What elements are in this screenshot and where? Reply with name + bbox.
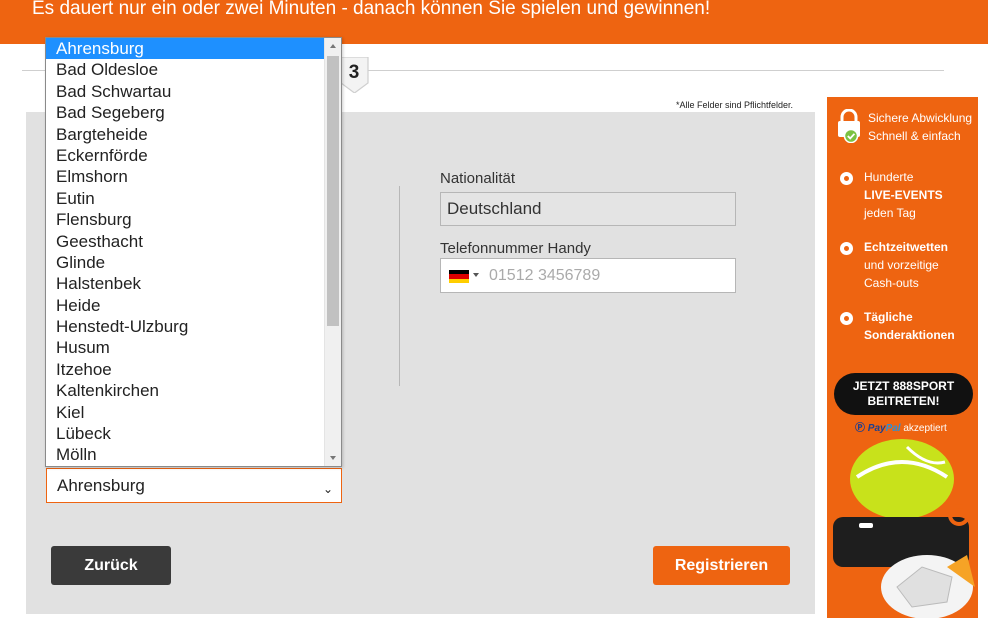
phone-label: Telefonnummer Handy xyxy=(440,240,591,257)
city-option[interactable]: Geesthacht xyxy=(46,231,325,252)
secure-line-1: Sichere Abwicklung xyxy=(868,111,973,125)
promo-sidebar[interactable]: Sichere Abwicklung Schnell & einfach Hun… xyxy=(827,97,978,618)
back-button[interactable]: Zurück xyxy=(51,546,171,585)
city-option[interactable]: Bad Schwartau xyxy=(46,81,325,102)
nationality-field: Deutschland xyxy=(440,192,736,226)
city-option[interactable]: Bad Segeberg xyxy=(46,102,325,123)
city-option[interactable]: Kiel xyxy=(46,402,325,423)
city-option[interactable]: Eckernförde xyxy=(46,145,325,166)
feature-daily-specials: Tägliche Sonderaktionen xyxy=(864,308,955,344)
city-option[interactable]: Halstenbek xyxy=(46,273,325,294)
feature-line: jeden Tag xyxy=(864,206,916,220)
paypal-logo-icon: Ⓟ xyxy=(855,423,865,434)
join-line-2: BEITRETEN! xyxy=(867,394,940,408)
step-badge: 3 xyxy=(340,57,370,93)
phone-input[interactable] xyxy=(489,259,729,292)
feature-line: Echtzeitwetten xyxy=(864,240,949,254)
city-option[interactable]: Heide xyxy=(46,295,325,316)
dropdown-scrollbar[interactable] xyxy=(324,38,341,466)
city-option[interactable]: Itzehoe xyxy=(46,359,325,380)
radio-bullet-icon xyxy=(840,312,853,325)
feature-realtime-bets: Echtzeitwetten und vorzeitige Cash-outs xyxy=(864,238,948,292)
city-option[interactable]: Ahrensburg xyxy=(46,38,325,60)
phone-field-wrapper xyxy=(440,258,736,293)
feature-line: Hunderte xyxy=(864,170,914,184)
feature-line: Tägliche xyxy=(864,310,913,324)
scroll-down-icon[interactable] xyxy=(330,456,336,460)
join-line-1: JETZT 888SPORT xyxy=(852,379,955,393)
city-select[interactable]: Ahrensburg ⌄ xyxy=(46,468,342,503)
scrollbar-thumb[interactable] xyxy=(327,56,339,326)
city-option[interactable]: Lübeck xyxy=(46,423,325,444)
paypal-word-2: Pal xyxy=(885,423,901,434)
column-divider xyxy=(399,186,400,386)
paypal-suffix: akzeptiert xyxy=(903,423,947,434)
city-option[interactable]: Elmshorn xyxy=(46,166,325,187)
city-options: Ahrensburg Bad Oldesloe Bad Schwartau Bad S… xyxy=(46,38,325,466)
city-option[interactable]: Bargteheide xyxy=(46,124,325,145)
paypal-accepted: Ⓟ PayPal akzeptiert xyxy=(855,419,947,434)
feature-live-events: Hunderte LIVE-EVENTS jeden Tag xyxy=(864,168,943,222)
radio-bullet-icon xyxy=(840,242,853,255)
city-select-value: Ahrensburg xyxy=(57,476,145,495)
de-flag-icon[interactable] xyxy=(449,270,469,283)
caret-down-icon[interactable] xyxy=(473,273,479,277)
feature-line: LIVE-EVENTS xyxy=(864,188,943,202)
city-option[interactable]: Husum xyxy=(46,337,325,358)
feature-line: und vorzeitige xyxy=(864,258,939,272)
feature-line: Cash-outs xyxy=(864,276,919,290)
nationality-label: Nationalität xyxy=(440,170,516,187)
scroll-up-icon[interactable] xyxy=(330,44,336,48)
city-option[interactable]: Bad Oldesloe xyxy=(46,59,325,80)
city-option[interactable]: Glinde xyxy=(46,252,325,273)
city-option[interactable]: Henstedt-Ulzburg xyxy=(46,316,325,337)
city-option[interactable]: Eutin xyxy=(46,188,325,209)
feature-line: Sonderaktionen xyxy=(864,328,955,342)
radio-bullet-icon xyxy=(840,172,853,185)
banner-text: Es dauert nur ein oder zwei Minuten - da… xyxy=(32,0,711,19)
step-number: 3 xyxy=(348,62,360,83)
sports-balls-illustration xyxy=(827,437,978,618)
city-option[interactable]: Mölln xyxy=(46,444,325,465)
secure-text: Sichere Abwicklung Schnell & einfach xyxy=(868,109,972,145)
city-option[interactable]: Flensburg xyxy=(46,209,325,230)
join-button[interactable]: JETZT 888SPORT BEITRETEN! xyxy=(834,373,973,415)
lock-icon xyxy=(837,108,860,144)
secure-line-2: Schnell & einfach xyxy=(868,129,961,143)
city-option[interactable]: Kaltenkirchen xyxy=(46,380,325,401)
chevron-down-icon: ⌄ xyxy=(322,482,333,496)
registration-page: Es dauert nur ein oder zwei Minuten - da… xyxy=(0,0,988,618)
register-button[interactable]: Registrieren xyxy=(653,546,790,585)
required-fields-note: *Alle Felder sind Pflichtfelder. xyxy=(676,100,794,110)
paypal-word-1: Pay xyxy=(867,423,886,434)
city-dropdown-list[interactable]: Ahrensburg Bad Oldesloe Bad Schwartau Bad S… xyxy=(45,37,342,467)
